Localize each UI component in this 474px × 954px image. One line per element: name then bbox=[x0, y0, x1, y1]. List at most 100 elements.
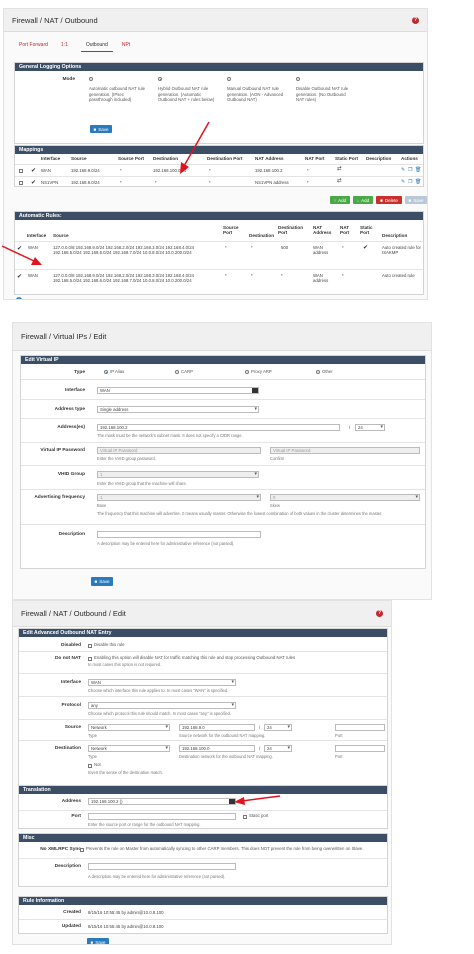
mappings-save-button[interactable]: ■ Save bbox=[405, 196, 427, 204]
mode-manual-radio[interactable] bbox=[227, 77, 231, 81]
type-carp-radio[interactable] bbox=[175, 370, 179, 374]
enabled-check-icon[interactable]: ✔ bbox=[31, 167, 36, 174]
breadcrumb-edit: Edit bbox=[93, 332, 107, 341]
form-row bbox=[19, 651, 387, 652]
description-input[interactable] bbox=[88, 863, 236, 870]
breadcrumb-firewall[interactable]: Firewall bbox=[21, 332, 47, 341]
interface-select[interactable]: WAN bbox=[97, 387, 259, 394]
tab-one-to-one[interactable]: 1:1 bbox=[61, 42, 68, 52]
tab-port-forward[interactable]: Port Forward bbox=[19, 42, 48, 52]
edit-virtual-ip-panel: Edit Virtual IP Type IP Alias CARP Proxy… bbox=[20, 355, 426, 569]
table-row[interactable]: ✔ NS1VPN 192.168.9.0/24 * * * NS1VPN add… bbox=[15, 176, 423, 188]
col-interface: Interface bbox=[27, 233, 47, 238]
cell-nat-port: * bbox=[307, 168, 309, 173]
copy-icon[interactable]: ❐ bbox=[408, 179, 412, 185]
col-nat-port: NAT Port bbox=[305, 156, 325, 161]
no-xmlrpc-sync-checkbox[interactable] bbox=[80, 848, 84, 852]
source-type-select[interactable]: Network bbox=[88, 724, 170, 731]
enabled-check-icon[interactable]: ✔ bbox=[31, 179, 36, 186]
address-input[interactable]: 192.168.100.2 bbox=[97, 424, 340, 431]
description-input[interactable] bbox=[97, 531, 261, 538]
outbound-nat-edit-screen: Firewall / NAT / Outbound / Edit ? Edit … bbox=[12, 600, 392, 945]
cell-interface: WAN bbox=[28, 273, 38, 278]
info-icon[interactable]: i bbox=[16, 297, 22, 299]
cell-nat-port: * bbox=[342, 245, 344, 250]
vhid-group-select[interactable]: 1 bbox=[97, 471, 259, 478]
translation-port-input[interactable] bbox=[88, 813, 236, 820]
edit-outbound-nat-panel: Edit Advanced Outbound NAT Entry Disable… bbox=[18, 628, 388, 809]
trash-icon: ■ bbox=[380, 197, 383, 203]
interface-select[interactable]: WAN bbox=[88, 679, 236, 686]
disabled-checkbox[interactable] bbox=[88, 644, 92, 648]
vip-password-confirm-input[interactable]: Virtual IP Password bbox=[270, 447, 420, 454]
add-top-button[interactable]: ↑ Add bbox=[330, 196, 350, 204]
form-row bbox=[19, 719, 387, 720]
edit-icon[interactable]: ✎ bbox=[401, 179, 405, 185]
breadcrumb-virtual-ips[interactable]: Virtual IPs bbox=[53, 332, 87, 341]
tab-outbound[interactable]: Outbound bbox=[80, 42, 113, 52]
breadcrumb-nat[interactable]: NAT bbox=[44, 16, 58, 25]
type-ip-alias-radio[interactable] bbox=[104, 370, 108, 374]
page-header: Firewall / Virtual IPs / Edit bbox=[13, 323, 431, 351]
translation-address-select[interactable]: 192.168.100.2 () bbox=[88, 798, 236, 805]
mode-automatic-radio[interactable] bbox=[89, 77, 93, 81]
mode-hybrid-radio[interactable] bbox=[158, 77, 162, 81]
vip-password-input[interactable]: Virtual IP Password bbox=[97, 447, 261, 454]
mode-disable-radio[interactable] bbox=[296, 77, 300, 81]
destination-port-input[interactable] bbox=[335, 745, 385, 752]
destination-mask-select[interactable]: 24 bbox=[264, 745, 292, 752]
type-proxy-arp-radio[interactable] bbox=[245, 370, 249, 374]
cell-source-port: * bbox=[120, 180, 122, 185]
rule-information-panel: Rule Information Created 8/15/16 10:55:4… bbox=[18, 896, 388, 934]
row-select-checkbox[interactable] bbox=[19, 169, 23, 173]
advertising-skew-select[interactable]: 0 bbox=[270, 494, 420, 501]
cell-nat-address: WAN address bbox=[313, 273, 329, 284]
delete-button[interactable]: ■ Delete bbox=[376, 196, 402, 204]
breadcrumb-firewall[interactable]: Firewall bbox=[12, 16, 38, 25]
cell-interface: WAN bbox=[41, 168, 51, 173]
help-icon[interactable]: ? bbox=[376, 610, 383, 617]
table-row: ✔ WAN 127.0.0.0/8 192.168.9.0/24 192.168… bbox=[15, 269, 423, 295]
cell-source: 192.168.9.0/24 bbox=[71, 180, 100, 185]
row-select-checkbox[interactable] bbox=[19, 181, 23, 185]
table-row[interactable]: ✔ WAN 192.168.9.0/24 * 192.168.100.0/24 … bbox=[15, 164, 423, 176]
source-port-input[interactable] bbox=[335, 724, 385, 731]
destination-address-input[interactable]: 192.168.100.0 bbox=[179, 745, 255, 752]
enabled-check-icon: ✔ bbox=[17, 274, 23, 280]
save-button[interactable]: ■ Save bbox=[87, 938, 109, 944]
general-save-button[interactable]: ■ Save bbox=[90, 125, 112, 133]
subnet-mask-select[interactable]: 24 bbox=[355, 424, 385, 431]
no-xmlrpc-sync-text: Prevents the rule on Master from automat… bbox=[86, 846, 364, 851]
advertising-base-select[interactable]: 1 bbox=[97, 494, 261, 501]
type-other-radio[interactable] bbox=[316, 370, 320, 374]
not-text: Not bbox=[94, 762, 101, 767]
breadcrumb-outbound: Outbound bbox=[64, 15, 98, 25]
breadcrumb-outbound[interactable]: Outbound bbox=[74, 609, 107, 618]
delete-icon[interactable]: 🗑 bbox=[415, 167, 421, 173]
vip-password-label: Virtual IP Password bbox=[40, 448, 85, 453]
copy-icon[interactable]: ❐ bbox=[408, 167, 412, 173]
address-type-select[interactable]: Single address bbox=[97, 406, 259, 413]
delete-icon[interactable]: 🗑 bbox=[415, 179, 421, 185]
edit-icon[interactable]: ✎ bbox=[401, 167, 405, 173]
form-row bbox=[19, 810, 387, 811]
tab-npt[interactable]: NPt bbox=[122, 42, 130, 52]
do-not-nat-checkbox[interactable] bbox=[88, 657, 92, 661]
breadcrumb-nat[interactable]: NAT bbox=[53, 609, 67, 618]
source-mask-select[interactable]: 24 bbox=[264, 724, 292, 731]
misc-panel: Misc No XMLRPC Sync Prevents the rule on… bbox=[18, 833, 388, 887]
save-button[interactable]: ■ Save bbox=[91, 577, 113, 586]
destination-type-select[interactable]: Network bbox=[88, 745, 170, 752]
protocol-label: Protocol bbox=[61, 703, 81, 708]
not-checkbox[interactable] bbox=[88, 764, 92, 768]
help-icon[interactable]: ? bbox=[412, 16, 419, 24]
vip-password-hint: Enter the VHID group password. bbox=[97, 456, 156, 461]
source-address-input[interactable]: 192.168.9.0 bbox=[179, 724, 255, 731]
type-carp-text: CARP bbox=[181, 369, 193, 374]
add-bottom-button[interactable]: ↓ Add bbox=[353, 196, 373, 204]
breadcrumb-firewall[interactable]: Firewall bbox=[21, 609, 47, 618]
protocol-select[interactable]: any bbox=[88, 702, 236, 709]
static-port-checkbox[interactable] bbox=[243, 815, 247, 819]
type-ip-alias-text: IP Alias bbox=[110, 369, 125, 374]
panel-heading: Misc bbox=[19, 834, 387, 842]
